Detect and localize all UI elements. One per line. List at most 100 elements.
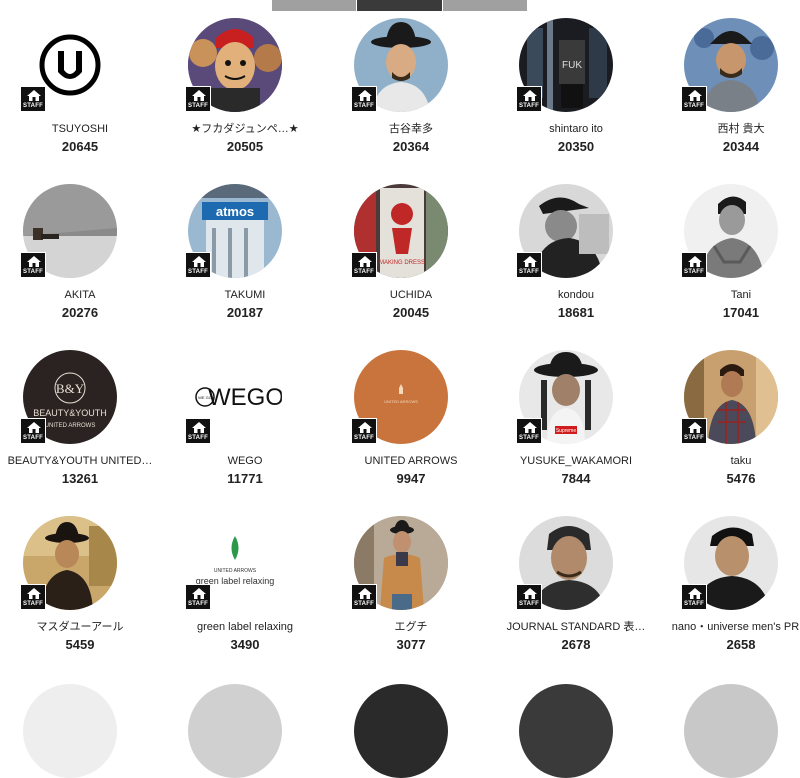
user-name[interactable]: ★フカダジュンペ…★ (163, 122, 327, 136)
user-name[interactable]: taku (659, 454, 800, 468)
user-count: 20364 (392, 139, 430, 154)
svg-text:UNITED ARROWS: UNITED ARROWS (214, 568, 257, 574)
user-count: 20645 (61, 139, 99, 154)
user-count: 18681 (557, 305, 595, 320)
user-name[interactable]: green label relaxing (163, 620, 327, 634)
user-avatar-partial[interactable] (354, 684, 448, 778)
user-card[interactable]: STAFF 西村 貴大 20344 (659, 18, 800, 168)
user-count: 11771 (227, 471, 263, 486)
user-card[interactable]: B&Y BEAUTY&YOUTH UNITED ARROWS STAFF BEA… (0, 350, 162, 500)
user-count: 3077 (396, 637, 426, 652)
user-name[interactable]: YUSUKE_WAKAMORI (494, 454, 658, 468)
staff-badge: STAFF (681, 252, 707, 278)
user-card[interactable]: atmos STAFF TAKUMI 20187 (163, 184, 327, 334)
user-card[interactable]: STAFF エグチ 3077 (329, 516, 493, 666)
user-name[interactable]: TAKUMI (163, 288, 327, 302)
user-card[interactable]: STAFF taku 5476 (659, 350, 800, 500)
staff-badge: STAFF (351, 252, 377, 278)
user-count: 5459 (65, 637, 95, 652)
staff-badge: STAFF (516, 252, 542, 278)
home-icon (27, 90, 41, 101)
user-name[interactable]: TSUYOSHI (0, 122, 162, 136)
user-card[interactable]: STAFF マスダユーアール 5459 (0, 516, 162, 666)
home-icon (358, 588, 372, 599)
user-name[interactable]: 古谷幸多 (329, 122, 493, 136)
home-icon (358, 256, 372, 267)
user-name[interactable]: kondou (494, 288, 658, 302)
home-icon (358, 90, 372, 101)
user-avatar-partial[interactable] (519, 684, 613, 778)
user-count: 17041 (722, 305, 760, 320)
user-avatar-partial[interactable] (23, 684, 117, 778)
user-count: 2658 (726, 637, 756, 652)
user-count: 20187 (226, 305, 264, 320)
user-avatar-partial[interactable] (684, 684, 778, 778)
user-card[interactable]: UNITED ARROWS STAFF UNITED ARROWS 9947 (329, 350, 493, 500)
user-card[interactable]: STAFF nano・universe men's PR… 2658 (659, 516, 800, 666)
user-count: 2678 (561, 637, 591, 652)
user-card[interactable]: STAFF ★フカダジュンペ…★ 20505 (163, 18, 327, 168)
user-name[interactable]: 西村 貴大 (659, 122, 800, 136)
user-count: 5476 (726, 471, 756, 486)
user-name[interactable]: JOURNAL STANDARD 表… (494, 620, 658, 634)
staff-badge: STAFF (516, 86, 542, 112)
user-card[interactable]: STAFF kondou 18681 (494, 184, 658, 334)
user-name[interactable]: AKITA (0, 288, 162, 302)
home-icon (688, 588, 702, 599)
user-name[interactable]: Tani (659, 288, 800, 302)
user-card[interactable]: STAFF Tani 17041 (659, 184, 800, 334)
user-name[interactable]: UCHIDA (329, 288, 493, 302)
user-card[interactable]: STAFF AKITA 20276 (0, 184, 162, 334)
staff-badge: STAFF (681, 418, 707, 444)
user-name[interactable]: BEAUTY&YOUTH UNITED… (0, 454, 162, 468)
staff-badge: STAFF (351, 418, 377, 444)
user-card[interactable]: UNITED ARROWS green label relaxing STAFF… (163, 516, 327, 666)
user-ranking-grid: STAFF TSUYOSHI 20645 STAFF ★フカダジュンペ…★ 20… (0, 0, 800, 778)
user-count: 20505 (226, 139, 264, 154)
staff-badge: STAFF (351, 86, 377, 112)
user-count: 20276 (61, 305, 99, 320)
svg-text:MAKING DRESS: MAKING DRESS (379, 260, 425, 266)
user-count: 20344 (722, 139, 760, 154)
user-card[interactable]: STAFF 古谷幸多 20364 (329, 18, 493, 168)
staff-badge: STAFF (681, 86, 707, 112)
staff-badge: STAFF (20, 584, 46, 610)
user-count: 7844 (561, 471, 591, 486)
user-name[interactable]: WEGO (163, 454, 327, 468)
user-count: 9947 (396, 471, 426, 486)
user-count: 20350 (557, 139, 595, 154)
svg-text:UNITED ARROWS: UNITED ARROWS (45, 423, 96, 429)
staff-badge: STAFF (185, 584, 211, 610)
home-icon (523, 422, 537, 433)
user-card[interactable]: STAFF JOURNAL STANDARD 表… 2678 (494, 516, 658, 666)
staff-badge: STAFF (351, 584, 377, 610)
staff-badge: STAFF (20, 86, 46, 112)
svg-text:UNITED ARROWS: UNITED ARROWS (384, 399, 418, 404)
home-icon (192, 422, 206, 433)
user-card[interactable]: Supreme STAFF YUSUKE_WAKAMORI 7844 (494, 350, 658, 500)
home-icon (688, 90, 702, 101)
svg-text:atmos: atmos (216, 204, 254, 219)
svg-text:BEAUTY&YOUTH: BEAUTY&YOUTH (33, 408, 107, 418)
home-icon (192, 588, 206, 599)
staff-badge: STAFF (516, 418, 542, 444)
user-name[interactable]: nano・universe men's PR… (659, 620, 800, 634)
user-count: 13261 (61, 471, 99, 486)
user-name[interactable]: エグチ (329, 620, 493, 634)
home-icon (27, 256, 41, 267)
user-card[interactable]: WE GO WEGO STAFF WEGO 11771 (163, 350, 327, 500)
user-name[interactable]: shintaro ito (494, 122, 658, 136)
staff-badge: STAFF (516, 584, 542, 610)
user-name[interactable]: UNITED ARROWS (329, 454, 493, 468)
user-card[interactable]: FUK STAFF shintaro ito 20350 (494, 18, 658, 168)
staff-badge: STAFF (185, 418, 211, 444)
user-avatar-partial[interactable] (188, 684, 282, 778)
staff-badge: STAFF (185, 86, 211, 112)
staff-badge: STAFF (20, 418, 46, 444)
user-name[interactable]: マスダユーアール (0, 620, 162, 634)
svg-text:B&Y: B&Y (56, 381, 85, 396)
user-card[interactable]: STAFF TSUYOSHI 20645 (0, 18, 162, 168)
user-card[interactable]: MAKING DRESS STAFF UCHIDA 20045 (329, 184, 493, 334)
home-icon (523, 588, 537, 599)
svg-text:WEGO: WEGO (208, 384, 282, 411)
